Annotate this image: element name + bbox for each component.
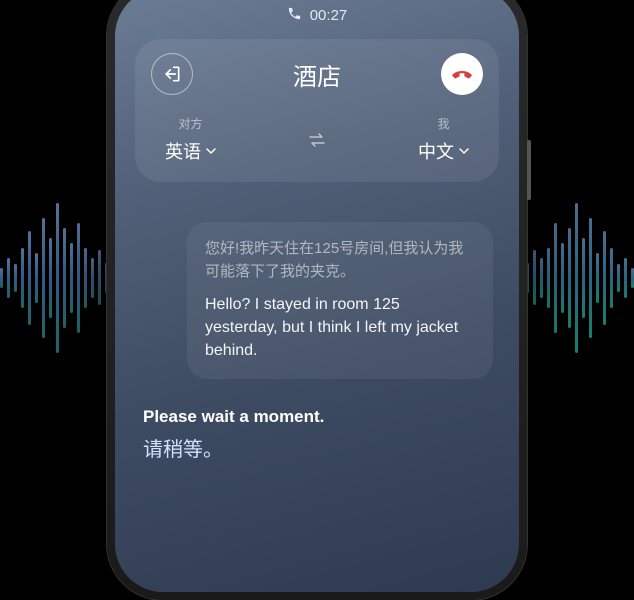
exit-button[interactable]: [151, 53, 193, 95]
soundwave-left: [0, 203, 108, 353]
incoming-original-text: 您好!我昨天住在125号房间,但我认为我可能落下了我的夹克。: [205, 238, 475, 283]
outgoing-original-text: 请稍等。: [143, 433, 491, 462]
screen: 00:27 酒店 对方 英语: [115, 0, 519, 592]
swap-icon: [308, 133, 326, 147]
language-other-side[interactable]: 对方 英语: [165, 115, 216, 164]
swap-languages-button[interactable]: [303, 126, 331, 154]
header-card: 酒店 对方 英语 我: [135, 39, 499, 182]
call-status-bar: 00:27: [135, 6, 499, 25]
language-me-label: 我: [437, 115, 449, 132]
call-title: 酒店: [293, 57, 341, 92]
chevron-down-icon: [206, 146, 216, 156]
language-other-side-value: 英语: [165, 138, 201, 164]
soundwave-right: [526, 203, 634, 353]
exit-icon: [162, 64, 182, 84]
phone-frame: 00:27 酒店 对方 英语: [107, 0, 527, 600]
phone-icon: [287, 6, 302, 25]
language-me[interactable]: 我 中文: [418, 115, 469, 164]
call-duration: 00:27: [310, 7, 348, 24]
hangup-icon: [450, 62, 474, 86]
messages-area: 您好!我昨天住在125号房间,但我认为我可能落下了我的夹克。 Hello? I …: [135, 222, 499, 462]
phone-side-button: [527, 140, 531, 200]
outgoing-message: Please wait a moment. 请稍等。: [141, 407, 493, 462]
language-me-value: 中文: [418, 138, 454, 164]
incoming-translated-text: Hello? I stayed in room 125 yesterday, b…: [205, 293, 475, 363]
language-other-side-label: 对方: [178, 115, 202, 132]
hangup-button[interactable]: [441, 53, 483, 95]
incoming-message: 您好!我昨天住在125号房间,但我认为我可能落下了我的夹克。 Hello? I …: [187, 222, 493, 379]
language-row: 对方 英语 我 中文: [151, 115, 483, 164]
chevron-down-icon: [459, 146, 469, 156]
outgoing-translated-text: Please wait a moment.: [143, 407, 491, 427]
